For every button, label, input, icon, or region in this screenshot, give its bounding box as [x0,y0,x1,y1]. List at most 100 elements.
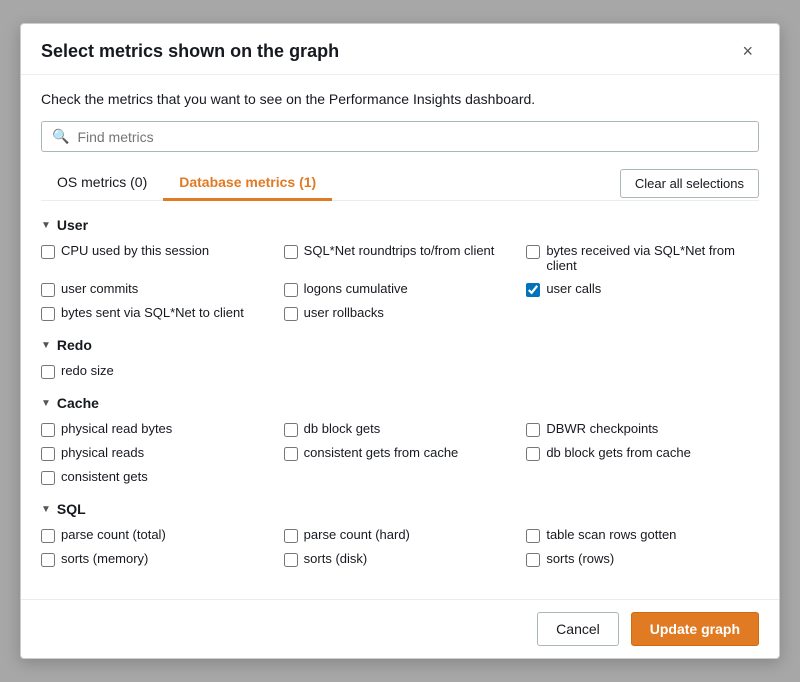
metric-label-table_scan_rows: table scan rows gotten [546,527,676,542]
metric-item-sorts_rows: sorts (rows) [526,551,759,567]
checkbox-physical_read_bytes[interactable] [41,423,55,437]
section-header-redo[interactable]: ▼ Redo [41,337,759,353]
metric-item-redo_size: redo size [41,363,274,379]
metric-item-sqlnet_roundtrips: SQL*Net roundtrips to/from client [284,243,517,273]
metric-label-bytes_received: bytes received via SQL*Net from client [546,243,759,273]
checkbox-consistent_gets[interactable] [41,471,55,485]
checkbox-db_block_gets_cache[interactable] [526,447,540,461]
metric-item-db_block_gets_cache: db block gets from cache [526,445,759,461]
metric-label-parse_count_hard: parse count (hard) [304,527,410,542]
metric-item-logons_cumulative: logons cumulative [284,281,517,297]
section-label-sql: SQL [57,501,86,517]
cancel-button[interactable]: Cancel [537,612,619,646]
checkbox-user_calls[interactable] [526,283,540,297]
metric-item-dbwr_checkpoints: DBWR checkpoints [526,421,759,437]
section-user: ▼ User CPU used by this session SQL*Net rou… [41,217,759,321]
checkbox-parse_count_hard[interactable] [284,529,298,543]
search-bar: 🔍 [41,121,759,152]
section-header-sql[interactable]: ▼SQL [41,501,759,517]
dialog-body: Check the metrics that you want to see o… [21,75,779,599]
metrics-grid-user: CPU used by this session SQL*Net roundtri… [41,243,759,321]
metric-item-bytes_sent: bytes sent via SQL*Net to client [41,305,274,321]
metric-label-user_commits: user commits [61,281,138,296]
section-cache: ▼ Cache physical read bytes db block gets DB… [41,395,759,485]
metric-label-redo_size: redo size [61,363,114,378]
sections-container: ▼ User CPU used by this session SQL*Net rou… [41,217,759,567]
section-header-user[interactable]: ▼ User [41,217,759,233]
metric-item-table_scan_rows: table scan rows gotten [526,527,759,543]
dialog-footer: Cancel Update graph [21,599,779,658]
checkbox-redo_size[interactable] [41,365,55,379]
checkbox-sqlnet_roundtrips[interactable] [284,245,298,259]
section-header-cache[interactable]: ▼ Cache [41,395,759,411]
checkbox-user_commits[interactable] [41,283,55,297]
metric-label-sorts_rows: sorts (rows) [546,551,614,566]
tab-database-metrics[interactable]: Database metrics (1) [163,166,332,201]
search-input[interactable] [77,129,748,145]
metric-label-user_calls: user calls [546,281,601,296]
metric-item-consistent_gets: consistent gets [41,469,274,485]
metrics-grid-sql: parse count (total) parse count (hard) tab… [41,527,759,567]
checkbox-consistent_gets_cache[interactable] [284,447,298,461]
metric-item-sorts_memory: sorts (memory) [41,551,274,567]
metric-label-consistent_gets: consistent gets [61,469,148,484]
tabs: OS metrics (0) Database metrics (1) [41,166,332,200]
metric-label-logons_cumulative: logons cumulative [304,281,408,296]
dialog-title: Select metrics shown on the graph [41,41,339,62]
metric-item-consistent_gets_cache: consistent gets from cache [284,445,517,461]
metric-label-dbwr_checkpoints: DBWR checkpoints [546,421,658,436]
metrics-grid-cache: physical read bytes db block gets DBWR che… [41,421,759,485]
checkbox-dbwr_checkpoints[interactable] [526,423,540,437]
checkbox-cpu_session[interactable] [41,245,55,259]
collapse-icon-user: ▼ [41,220,51,231]
metric-item-user_calls: user calls [526,281,759,297]
search-icon: 🔍 [52,128,69,145]
checkbox-bytes_sent[interactable] [41,307,55,321]
metric-label-cpu_session: CPU used by this session [61,243,209,258]
checkbox-logons_cumulative[interactable] [284,283,298,297]
metric-item-bytes_received: bytes received via SQL*Net from client [526,243,759,273]
tab-os-metrics[interactable]: OS metrics (0) [41,166,163,201]
section-redo: ▼ Redo redo size [41,337,759,379]
metric-label-sorts_memory: sorts (memory) [61,551,148,566]
checkbox-db_block_gets[interactable] [284,423,298,437]
section-sql: ▼SQL parse count (total) parse count (hard… [41,501,759,567]
metric-label-physical_read_bytes: physical read bytes [61,421,172,436]
metric-item-physical_reads: physical reads [41,445,274,461]
section-label-user: User [57,217,88,233]
metric-item-sorts_disk: sorts (disk) [284,551,517,567]
metric-label-bytes_sent: bytes sent via SQL*Net to client [61,305,244,320]
metric-label-user_rollbacks: user rollbacks [304,305,384,320]
metric-item-physical_read_bytes: physical read bytes [41,421,274,437]
metric-label-sorts_disk: sorts (disk) [304,551,368,566]
checkbox-sorts_rows[interactable] [526,553,540,567]
checkbox-bytes_received[interactable] [526,245,540,259]
checkbox-parse_count_total[interactable] [41,529,55,543]
update-graph-button[interactable]: Update graph [631,612,759,646]
metric-label-physical_reads: physical reads [61,445,144,460]
dialog: Select metrics shown on the graph × Chec… [20,23,780,659]
metric-label-parse_count_total: parse count (total) [61,527,166,542]
clear-all-button[interactable]: Clear all selections [620,169,759,198]
metric-label-db_block_gets: db block gets [304,421,381,436]
metric-label-consistent_gets_cache: consistent gets from cache [304,445,459,460]
metric-label-db_block_gets_cache: db block gets from cache [546,445,691,460]
dialog-overlay: Select metrics shown on the graph × Chec… [0,0,800,682]
close-button[interactable]: × [736,40,759,62]
checkbox-sorts_memory[interactable] [41,553,55,567]
metric-item-user_commits: user commits [41,281,274,297]
checkbox-sorts_disk[interactable] [284,553,298,567]
metric-item-user_rollbacks: user rollbacks [284,305,517,321]
metrics-grid-redo: redo size [41,363,759,379]
metric-item-cpu_session: CPU used by this session [41,243,274,273]
metric-item-db_block_gets: db block gets [284,421,517,437]
section-label-cache: Cache [57,395,99,411]
checkbox-table_scan_rows[interactable] [526,529,540,543]
collapse-icon-cache: ▼ [41,398,51,409]
collapse-icon-redo: ▼ [41,340,51,351]
section-label-redo: Redo [57,337,92,353]
metric-label-sqlnet_roundtrips: SQL*Net roundtrips to/from client [304,243,495,258]
checkbox-user_rollbacks[interactable] [284,307,298,321]
metric-item-parse_count_total: parse count (total) [41,527,274,543]
checkbox-physical_reads[interactable] [41,447,55,461]
